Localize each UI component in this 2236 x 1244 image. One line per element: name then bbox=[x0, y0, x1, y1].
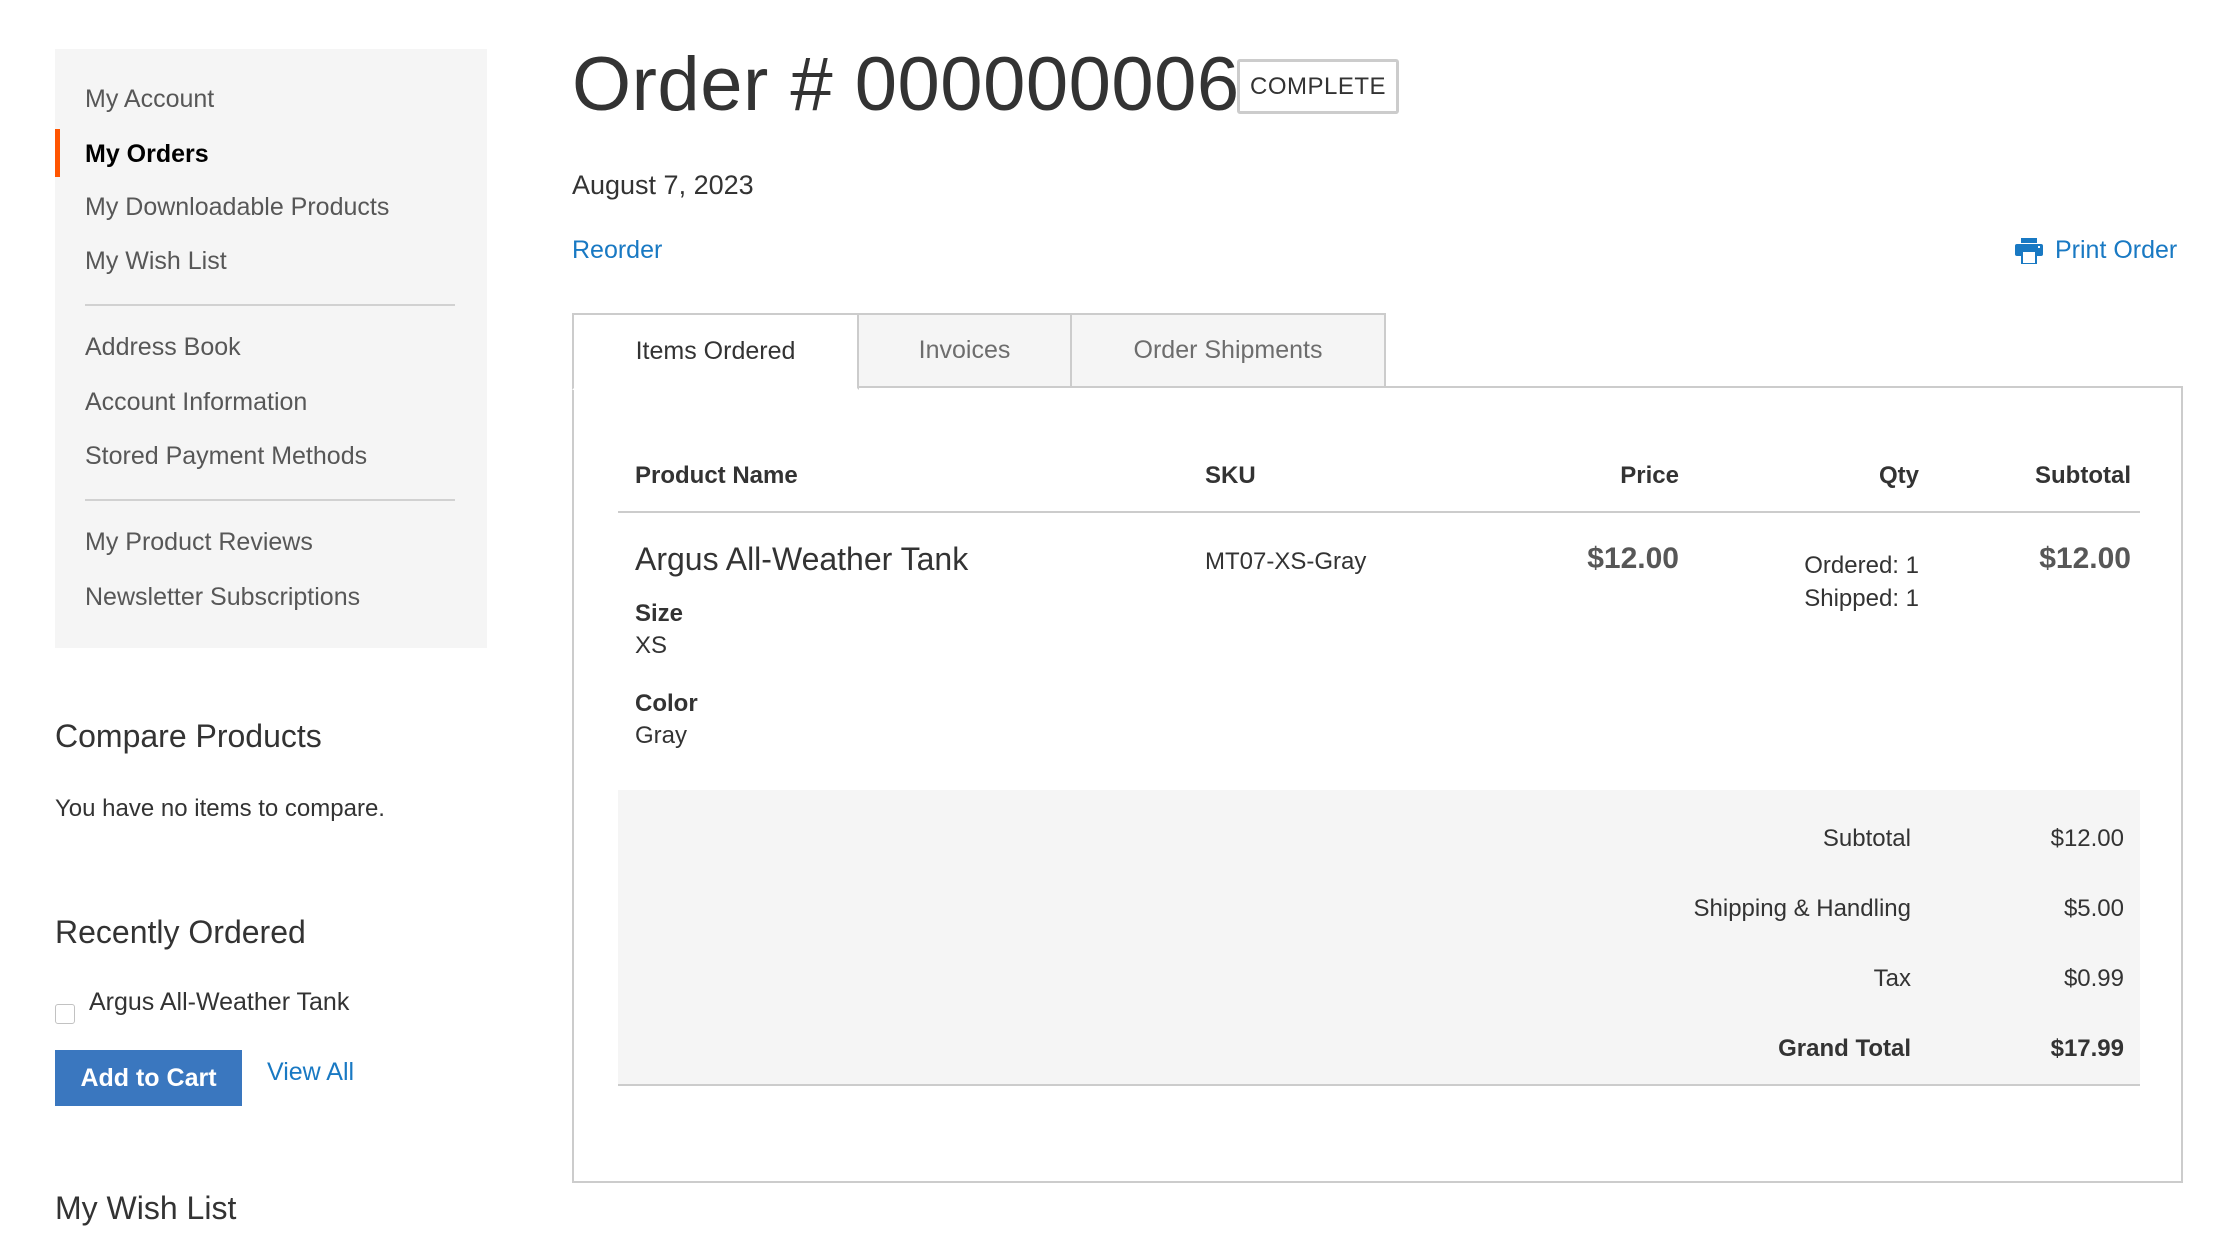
qty-ordered: Ordered: 1 bbox=[1804, 552, 1919, 579]
totals-tax-label: Tax bbox=[1873, 965, 1911, 992]
nav-divider bbox=[85, 499, 455, 501]
totals-subtotal-value: $12.00 bbox=[2050, 825, 2124, 852]
option-label-size: Size bbox=[635, 600, 684, 627]
order-totals: Subtotal $12.00 Shipping & Handling $5.0… bbox=[618, 790, 2140, 1086]
recent-item-name[interactable]: Argus All-Weather Tank bbox=[89, 988, 349, 1017]
nav-item-my-account[interactable]: My Account bbox=[85, 84, 214, 114]
product-qty: Ordered: 1 Shipped: 1 bbox=[1804, 549, 1919, 615]
wishlist-title: My Wish List bbox=[55, 1190, 237, 1226]
items-ordered-panel: Product Name SKU Price Qty Subtotal Argu… bbox=[572, 386, 2183, 1183]
nav-item-account-information[interactable]: Account Information bbox=[85, 387, 307, 417]
option-value-size: XS bbox=[635, 632, 668, 659]
nav-item-my-product-reviews[interactable]: My Product Reviews bbox=[85, 527, 313, 557]
nav-item-my-orders[interactable]: My Orders bbox=[85, 139, 209, 169]
order-status-badge: COMPLETE bbox=[1237, 59, 1399, 114]
nav-item-my-wish-list[interactable]: My Wish List bbox=[85, 246, 227, 276]
totals-shipping-label: Shipping & Handling bbox=[1693, 895, 1912, 922]
print-order-link[interactable]: Print Order bbox=[2015, 236, 2177, 265]
printer-icon bbox=[2015, 237, 2043, 265]
totals-shipping-value: $5.00 bbox=[2063, 895, 2124, 922]
print-order-label: Print Order bbox=[2055, 236, 2178, 264]
nav-item-newsletter-subscriptions[interactable]: Newsletter Subscriptions bbox=[85, 582, 360, 612]
totals-tax-value: $0.99 bbox=[2063, 965, 2124, 992]
totals-grand-total-label: Grand Total bbox=[1778, 1035, 1911, 1062]
column-header-qty: Qty bbox=[1878, 462, 1919, 489]
table-header-divider bbox=[618, 511, 2140, 513]
option-value-color: Gray bbox=[635, 722, 688, 749]
order-tabs: Items Ordered Invoices Order Shipments bbox=[572, 313, 1386, 390]
recent-item-checkbox[interactable] bbox=[55, 1004, 75, 1024]
qty-shipped: Shipped: 1 bbox=[1804, 585, 1919, 612]
nav-item-stored-payment-methods[interactable]: Stored Payment Methods bbox=[85, 441, 367, 471]
view-all-link[interactable]: View All bbox=[267, 1058, 354, 1087]
recently-ordered-title: Recently Ordered bbox=[55, 914, 306, 950]
compare-products-title: Compare Products bbox=[55, 718, 322, 754]
column-header-product-name: Product Name bbox=[635, 462, 798, 489]
compare-empty-text: You have no items to compare. bbox=[55, 795, 385, 822]
tab-invoices[interactable]: Invoices bbox=[857, 313, 1072, 388]
add-to-cart-button[interactable]: Add to Cart bbox=[55, 1050, 242, 1106]
totals-grand-total-value: $17.99 bbox=[2050, 1035, 2124, 1062]
option-label-color: Color bbox=[635, 690, 698, 717]
account-nav: My Account My Orders My Downloadable Pro… bbox=[55, 49, 487, 648]
reorder-link[interactable]: Reorder bbox=[572, 236, 662, 265]
column-header-price: Price bbox=[1620, 462, 1679, 489]
nav-active-indicator bbox=[55, 129, 60, 177]
nav-item-address-book[interactable]: Address Book bbox=[85, 332, 241, 362]
nav-item-my-downloadable-products[interactable]: My Downloadable Products bbox=[85, 192, 389, 222]
column-header-sku: SKU bbox=[1205, 462, 1256, 489]
tab-items-ordered[interactable]: Items Ordered bbox=[572, 313, 859, 390]
totals-subtotal-label: Subtotal bbox=[1822, 825, 1911, 852]
order-date: August 7, 2023 bbox=[572, 170, 754, 200]
column-header-subtotal: Subtotal bbox=[2035, 462, 2131, 489]
tab-order-shipments[interactable]: Order Shipments bbox=[1070, 313, 1386, 388]
product-subtotal: $12.00 bbox=[2039, 542, 2131, 575]
page-title: Order # 000000006 bbox=[572, 42, 1240, 127]
nav-divider bbox=[85, 304, 455, 306]
product-sku: MT07-XS-Gray bbox=[1205, 548, 1367, 575]
product-name: Argus All-Weather Tank bbox=[635, 541, 969, 577]
product-price: $12.00 bbox=[1587, 542, 1679, 575]
